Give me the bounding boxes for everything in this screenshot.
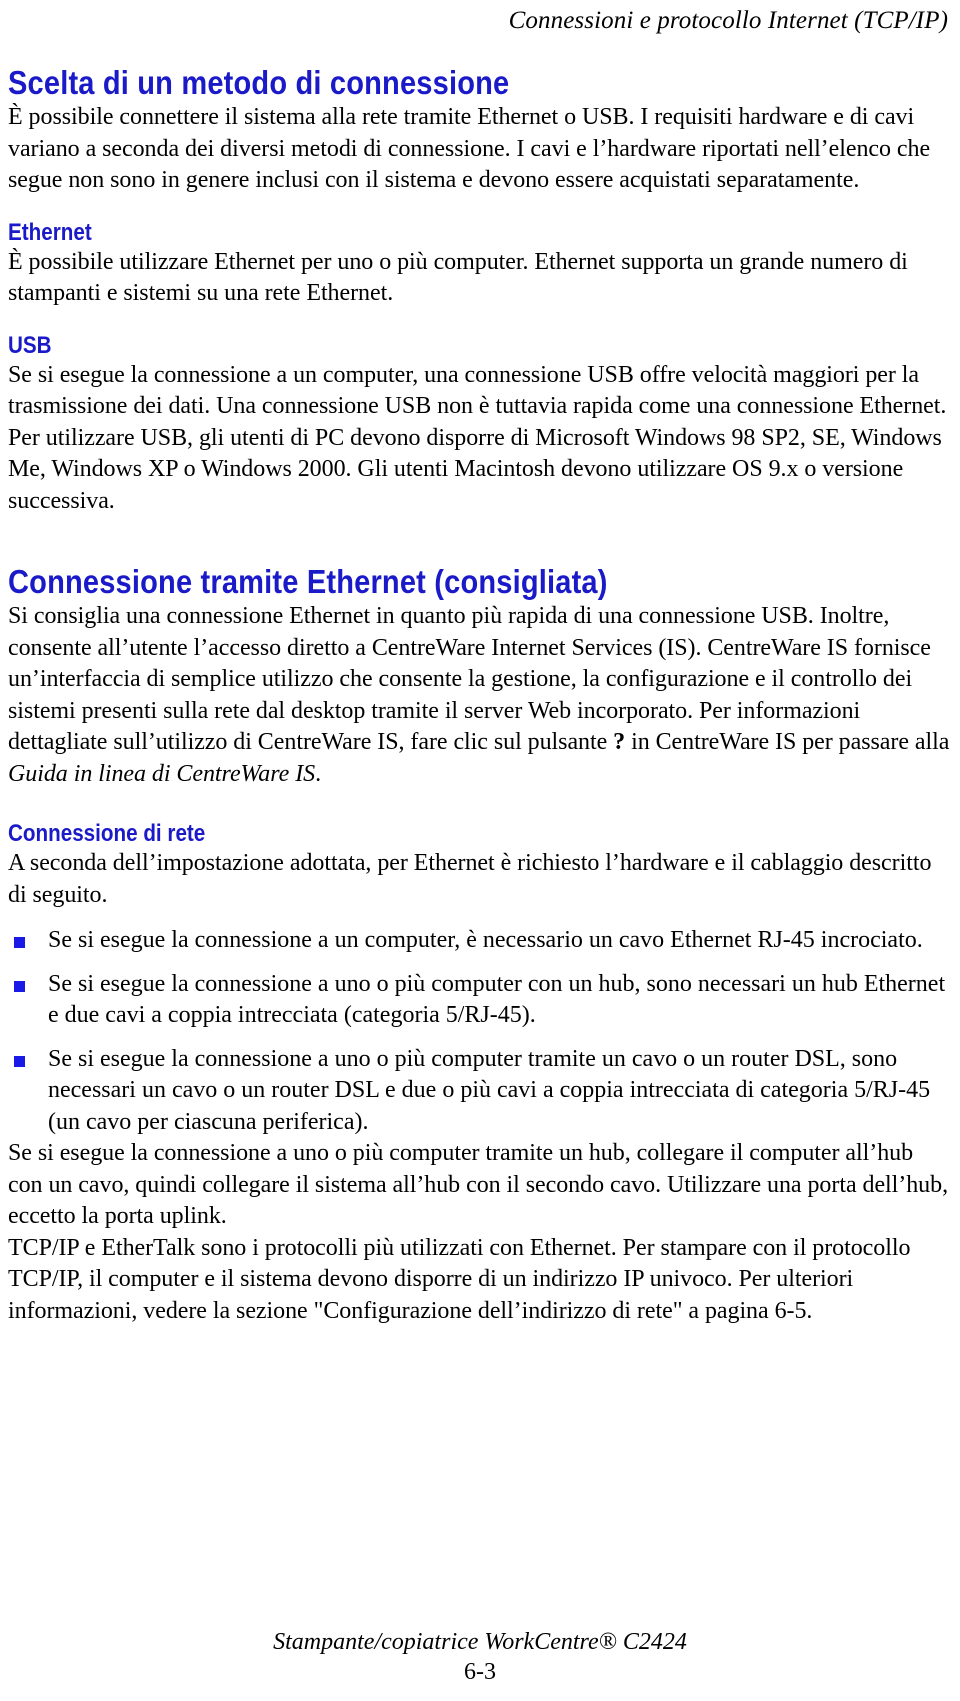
list-item-text: Se si esegue la connessione a un compute… [48, 927, 923, 953]
list-item: Se si esegue la connessione a un compute… [8, 925, 952, 957]
page-title-scelta-metodo-connessione: Scelta di un metodo di connessione [8, 64, 510, 101]
subheading-connessione-di-rete: Connessione di rete [8, 820, 206, 847]
subheading-ethernet: Ethernet [8, 218, 92, 246]
paragraph-tcpip-ethertalk: TCP/IP e EtherTalk sono i protocolli più… [8, 1234, 911, 1324]
document-page: Connessioni e protocollo Internet (TCP/I… [0, 0, 960, 1701]
list-item-text: Se si esegue la connessione a uno o più … [48, 970, 946, 1029]
bullet-square-icon [14, 1055, 25, 1067]
paragraph-usb: Se si esegue la connessione a un compute… [8, 361, 947, 514]
paragraph-connessione-di-rete-intro: A seconda dell’impostazione adottata, pe… [8, 850, 932, 908]
paragraph-centreware-is: Si consiglia una connessione Ethernet in… [8, 601, 952, 790]
paragraph-hub-collegamento: Se si esegue la connessione a uno o più … [8, 1140, 949, 1229]
list-item: Se si esegue la connessione a uno o più … [8, 1044, 952, 1139]
list-item-text: Se si esegue la connessione a uno o più … [48, 1045, 931, 1135]
footer-product-title: Stampante/copiatrice WorkCentre® C2424 [273, 1629, 687, 1655]
subheading-usb: USB [8, 331, 52, 359]
requirements-bullet-list: Se si esegue la connessione a un compute… [8, 925, 952, 1138]
paragraph-centreware-is-part3: . [315, 760, 322, 787]
running-header: Connessioni e protocollo Internet (TCP/I… [508, 7, 948, 34]
page-footer: Stampante/copiatrice WorkCentre® C2424 6… [0, 1627, 960, 1687]
footer-page-number: 6-3 [464, 1659, 496, 1685]
section-usb: USB Se si esegue la connessione a un com… [8, 332, 952, 518]
section-ethernet: Ethernet È possibile utilizzare Ethernet… [8, 219, 952, 310]
help-button-glyph: ? [613, 729, 626, 755]
paragraph-intro-connessione: È possibile connettere il sistema alla r… [8, 104, 931, 193]
list-item: Se si esegue la connessione a uno o più … [8, 969, 952, 1032]
bullet-square-icon [14, 980, 25, 992]
guide-title-italic: Guida in linea di CentreWare IS [8, 760, 316, 787]
bullet-square-icon [14, 937, 25, 948]
section-connessione-di-rete: Connessione di rete A seconda dell’impos… [8, 820, 952, 1327]
heading-connessione-tramite-ethernet: Connessione tramite Ethernet (consigliat… [8, 563, 608, 600]
paragraph-ethernet: È possibile utilizzare Ethernet per uno … [8, 248, 908, 307]
paragraph-centreware-is-part2: in CentreWare IS per passare alla [625, 729, 950, 755]
